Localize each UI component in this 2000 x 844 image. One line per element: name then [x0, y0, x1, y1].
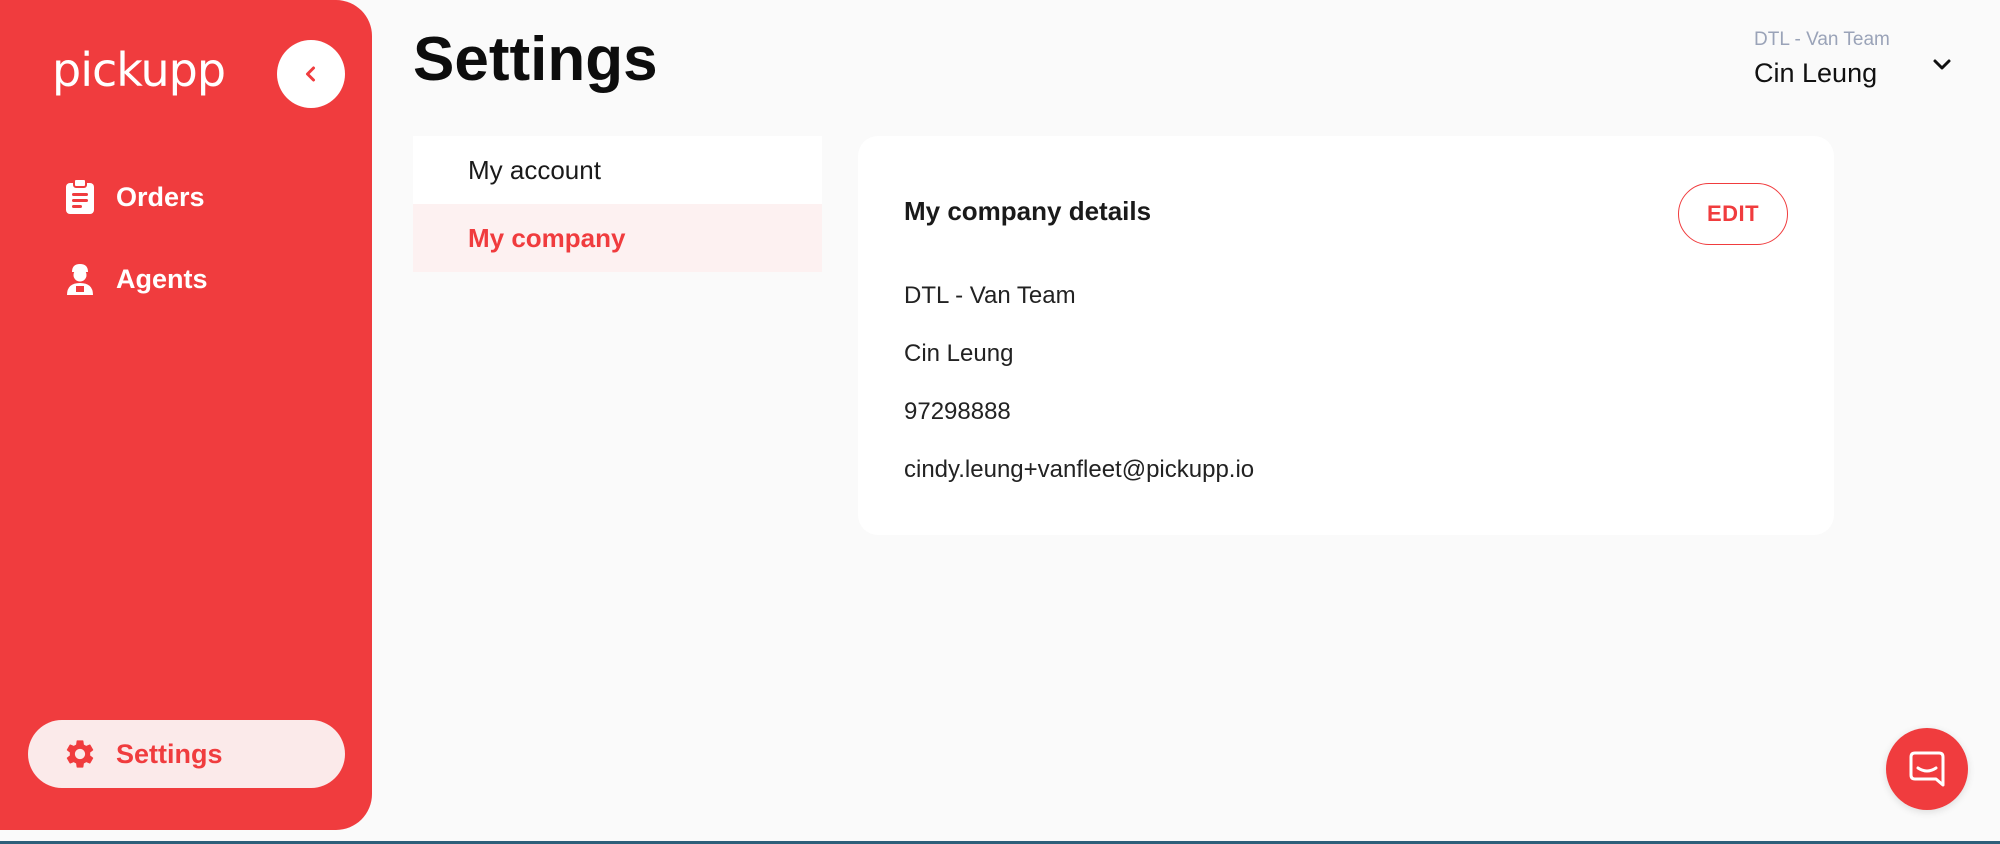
gear-icon	[62, 736, 98, 772]
card-title: My company details	[904, 196, 1152, 226]
settings-submenu: My account My company	[413, 136, 822, 272]
chat-icon	[1909, 751, 1945, 787]
sidebar-item-label: Settings	[116, 738, 223, 769]
chevron-left-icon	[306, 66, 315, 82]
user-company: DTL - Van Team	[1754, 29, 1890, 50]
edit-button[interactable]: EDIT	[1678, 183, 1788, 245]
submenu-item-my-account[interactable]: My account	[413, 136, 822, 204]
chevron-down-icon[interactable]	[1928, 50, 1956, 78]
collapse-sidebar-button[interactable]	[277, 40, 345, 108]
email-address: cindy.leung+vanfleet@pickupp.io	[904, 456, 1255, 483]
sidebar-item-label: Orders	[116, 181, 205, 212]
sidebar-item-settings[interactable]: Settings	[28, 720, 345, 788]
logo[interactable]: pickupp	[52, 40, 226, 100]
page-title: Settings	[413, 25, 658, 94]
user-name: Cin Leung	[1754, 58, 1878, 88]
clipboard-icon	[62, 179, 98, 215]
user-menu[interactable]: DTL - Van Team Cin Leung	[1754, 26, 1974, 96]
company-name: DTL - Van Team	[904, 282, 1076, 309]
contact-name: Cin Leung	[904, 340, 1014, 367]
chat-launcher-button[interactable]	[1886, 728, 1968, 810]
agent-icon	[62, 261, 98, 297]
phone-number: 97298888	[904, 398, 1011, 425]
submenu-item-my-company[interactable]: My company	[413, 204, 822, 272]
sidebar-item-orders[interactable]: Orders	[62, 172, 205, 222]
sidebar-item-label: Agents	[116, 263, 208, 294]
sidebar-item-agents[interactable]: Agents	[62, 254, 208, 304]
sidebar: pickupp Orders Agents Settings	[0, 0, 372, 830]
company-details-card: My company details EDIT DTL - Van Team C…	[858, 136, 1834, 535]
